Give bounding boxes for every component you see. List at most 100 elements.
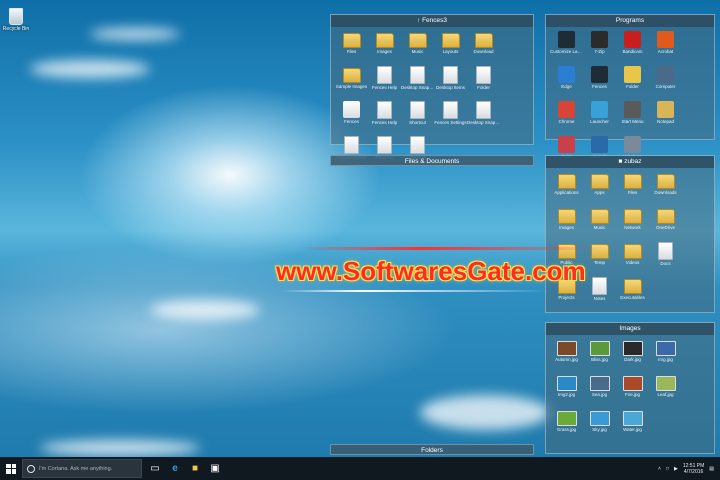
fence-title[interactable]: Images xyxy=(546,323,714,335)
fence-item[interactable]: Grass.jpg xyxy=(550,409,583,444)
app-icon xyxy=(624,136,641,153)
fence-item[interactable]: Img.jpg xyxy=(649,339,682,374)
fence-item[interactable]: Music xyxy=(401,31,434,66)
fence-item[interactable]: Desktop Snapshot xyxy=(401,66,434,101)
search-box[interactable]: I'm Cortana. Ask me anything. xyxy=(22,459,142,478)
chevron-up-icon[interactable]: ˄ xyxy=(658,466,661,472)
fence-programs[interactable]: Programs Customize Launcher 7-Zip Bandicam… xyxy=(545,14,715,159)
fence-images[interactable]: Images Autumn.jpg Bliss.jpg Dark.jpg Img.jp… xyxy=(545,322,715,454)
fence-item-label: Files xyxy=(627,190,638,195)
fence-item[interactable]: Computer xyxy=(649,66,682,101)
folder-icon xyxy=(557,174,576,189)
fence-files-documents[interactable]: Files & Documents xyxy=(330,155,534,166)
fence-item[interactable]: OneDrive xyxy=(649,207,682,242)
task-view-icon[interactable]: ▭ xyxy=(148,462,162,476)
fence-item-label: Desktop Items xyxy=(436,85,465,90)
fence-item[interactable]: Music xyxy=(583,207,616,242)
fence-item[interactable]: Acrobat xyxy=(649,31,682,66)
fence-item[interactable]: Folder xyxy=(616,66,649,101)
fence-item[interactable]: Folder xyxy=(467,66,500,101)
fence-item[interactable]: Autumn.jpg xyxy=(550,339,583,374)
fence-item[interactable]: Desktop Items xyxy=(434,66,467,101)
fence-item[interactable]: Launcher xyxy=(583,101,616,136)
fence-item[interactable]: Img2.jpg xyxy=(550,374,583,409)
fence-title[interactable]: ■ zubaz xyxy=(546,156,714,168)
fence-item[interactable]: Dark.jpg xyxy=(616,339,649,374)
fence-item[interactable]: Sample Images xyxy=(335,66,368,101)
notifications-icon[interactable]: ▤ xyxy=(709,466,714,472)
app-icon xyxy=(624,101,641,118)
fence-item[interactable]: Start Menu xyxy=(616,101,649,136)
folder-icon xyxy=(623,279,642,294)
fence-item[interactable]: Applications xyxy=(550,172,583,207)
fence-item[interactable]: Apps xyxy=(583,172,616,207)
fence-item-label: Fences xyxy=(344,119,359,124)
fence-item[interactable]: Download xyxy=(467,31,500,66)
fence-item[interactable]: Leaf.jpg xyxy=(649,374,682,409)
start-button[interactable] xyxy=(0,457,22,480)
folder-icon xyxy=(408,33,427,48)
store-icon[interactable]: ▣ xyxy=(208,462,222,476)
fence-item[interactable]: Sea.jpg xyxy=(583,374,616,409)
trash-icon xyxy=(9,8,23,25)
fence-item[interactable]: Fences Help xyxy=(368,101,401,136)
fence-folders[interactable]: Folders xyxy=(330,444,534,455)
app-icon xyxy=(558,101,575,118)
fence-item[interactable]: Sky.jpg xyxy=(583,409,616,444)
fence-item[interactable]: Network xyxy=(616,207,649,242)
document-icon xyxy=(344,136,359,154)
clock[interactable]: 12:51 PM 4/7/2016 xyxy=(683,463,704,475)
fence-item-label: Launcher xyxy=(590,119,609,124)
fence-item[interactable]: Fences Help xyxy=(368,66,401,101)
volume-icon[interactable]: ▶ xyxy=(674,466,678,472)
fence-item[interactable]: Fences xyxy=(583,66,616,101)
fence-item[interactable]: Water.jpg xyxy=(616,409,649,444)
fence-item-label: Notes xyxy=(593,296,606,301)
image-thumbnail-icon xyxy=(622,411,643,426)
edge-icon[interactable]: e xyxy=(168,462,182,476)
file-explorer-icon[interactable]: ■ xyxy=(188,462,202,476)
fence-item[interactable]: Desktop Snapshot xyxy=(467,101,500,136)
fence-item[interactable]: Bandicam xyxy=(616,31,649,66)
wallpaper-cloud xyxy=(40,440,200,456)
fence-fences3[interactable]: ↑ Fences3 Files Images Music Layouts Downloa… xyxy=(330,14,534,160)
recycle-bin-icon[interactable]: Recycle Bin xyxy=(2,8,30,32)
fence-item[interactable]: Bliss.jpg xyxy=(583,339,616,374)
fence-item[interactable]: Fire.jpg xyxy=(616,374,649,409)
fence-item-label: Bandicam xyxy=(622,49,643,54)
fence-item[interactable]: Files xyxy=(616,172,649,207)
fence-zubaz[interactable]: ■ zubaz Applications Apps Files Downloads Im… xyxy=(545,155,715,313)
fence-item[interactable]: Chrome xyxy=(550,101,583,136)
fence-item[interactable]: Customize Launcher xyxy=(550,31,583,66)
folder-icon xyxy=(656,174,675,189)
fence-item[interactable]: Images xyxy=(550,207,583,242)
fence-item-label: Projects xyxy=(558,295,575,300)
fence-item[interactable]: Docs xyxy=(649,242,682,277)
fence-item[interactable]: Notepad xyxy=(649,101,682,136)
fence-item-label: Desktop Snapshot xyxy=(467,120,500,125)
fence-item-label: Sky.jpg xyxy=(592,427,607,432)
fence-item[interactable]: Images xyxy=(368,31,401,66)
image-thumbnail-icon xyxy=(622,341,643,356)
fence-item[interactable]: 7-Zip xyxy=(583,31,616,66)
fence-title-text: Images xyxy=(619,325,641,332)
fence-item[interactable]: Files xyxy=(335,31,368,66)
fence-title[interactable]: Programs xyxy=(546,15,714,27)
app-icon xyxy=(657,66,674,83)
fence-item[interactable]: Downloads xyxy=(649,172,682,207)
fence-item[interactable]: Fences xyxy=(335,101,368,136)
network-icon[interactable]: □ xyxy=(666,466,669,472)
fence-item[interactable]: Fences Settings xyxy=(434,101,467,136)
fence-item[interactable]: Layouts xyxy=(434,31,467,66)
fence-title[interactable]: ↑ Fences3 xyxy=(331,15,533,27)
fence-item-label: Autumn.jpg xyxy=(555,357,578,362)
fence-item[interactable]: Notes xyxy=(583,277,616,312)
fence-item[interactable]: Executables xyxy=(616,277,649,312)
document-icon xyxy=(410,66,425,84)
fence-item[interactable]: Videos xyxy=(616,242,649,277)
folder-icon xyxy=(623,209,642,224)
folder-icon xyxy=(656,209,675,224)
fence-item[interactable]: Edge xyxy=(550,66,583,101)
fence-item[interactable]: Shortcut xyxy=(401,101,434,136)
taskbar: I'm Cortana. Ask me anything. ▭ e ■ ▣ ˄ … xyxy=(0,457,720,480)
